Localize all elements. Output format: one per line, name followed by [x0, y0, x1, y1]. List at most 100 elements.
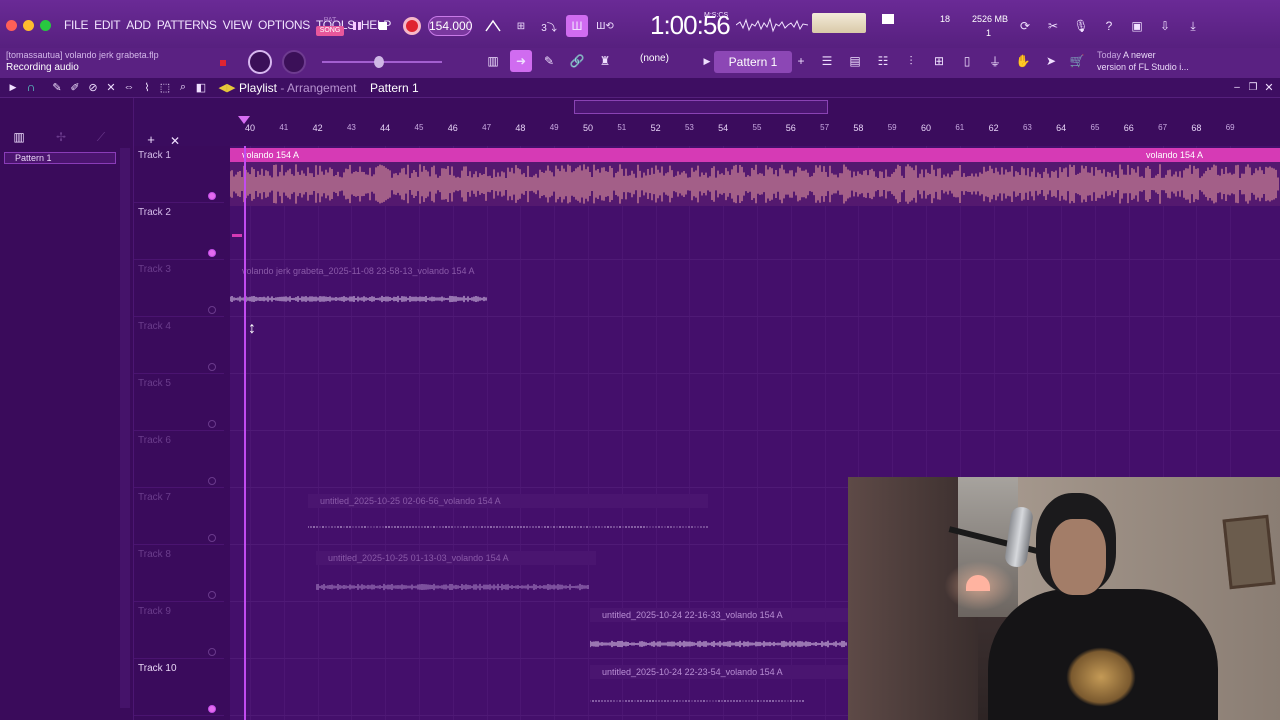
- tools-button[interactable]: ✋: [1012, 50, 1034, 72]
- track-mute-led[interactable]: [208, 249, 216, 257]
- minimize-window-button[interactable]: [23, 20, 34, 31]
- clip-waveform-take-9[interactable]: [590, 636, 848, 652]
- wait-input-button[interactable]: ⊞: [510, 15, 532, 37]
- track-header-1[interactable]: Track 1: [134, 146, 224, 203]
- track-mute-led[interactable]: [208, 705, 216, 713]
- track-header-4[interactable]: Track 4: [134, 317, 224, 374]
- track-header-8[interactable]: Track 8: [134, 545, 224, 602]
- stamp-button[interactable]: ♜: [594, 50, 616, 72]
- picker-piano-button[interactable]: ▥: [8, 126, 30, 148]
- clip-header-take-9[interactable]: untitled_2025-10-24 22-16-33_volando 154…: [590, 608, 848, 622]
- browser-button[interactable]: ⊞: [928, 50, 950, 72]
- playlist-button[interactable]: ☰: [816, 50, 838, 72]
- mixer-button[interactable]: ☷: [872, 50, 894, 72]
- clip-waveform-take-7[interactable]: [308, 520, 708, 534]
- clip-waveform-grabeta[interactable]: [230, 290, 488, 308]
- master-volume-knob[interactable]: [248, 50, 272, 74]
- track-header-9[interactable]: Track 9: [134, 602, 224, 659]
- piano-roll-button[interactable]: ▥: [482, 50, 504, 72]
- lane-5[interactable]: [230, 374, 1280, 431]
- track-mute-led[interactable]: [208, 306, 216, 314]
- render-button[interactable]: ⇩: [1154, 15, 1176, 37]
- clip-header-grabeta[interactable]: volando jerk grabeta_2025-11-08 23-58-13…: [230, 264, 500, 278]
- mic-button[interactable]: 🎙: [1070, 15, 1092, 37]
- clip-waveform-take-8[interactable]: [316, 578, 590, 596]
- news-panel[interactable]: Today A newer version of FL Studio i...: [1097, 49, 1189, 73]
- track-mute-led[interactable]: [208, 648, 216, 656]
- sliders-button[interactable]: ⫶: [900, 50, 922, 72]
- pause-button[interactable]: [346, 15, 368, 37]
- save-button[interactable]: ▣: [1126, 15, 1148, 37]
- track-header-10[interactable]: Track 10: [134, 659, 224, 716]
- menu-add[interactable]: ADD: [126, 18, 151, 32]
- pattern-selector[interactable]: Pattern 1: [714, 51, 792, 73]
- clip-header-volando-2[interactable]: volando 154 A: [1134, 148, 1280, 162]
- magnet-button[interactable]: ∩: [20, 76, 42, 98]
- countdown-button[interactable]: 3⤵: [538, 15, 560, 37]
- menu-file[interactable]: FILE: [64, 18, 88, 32]
- clip-waveform-volando[interactable]: [230, 162, 1280, 206]
- timeline-ruler[interactable]: 40 41 42 43 44 45 46 47 48 49 50 51 52 53 54 55 56 57 58 59…: [230, 98, 1280, 146]
- clip-stub[interactable]: [232, 234, 242, 237]
- step-edit-button[interactable]: Ш: [566, 15, 588, 37]
- track-mute-led[interactable]: [208, 477, 216, 485]
- picker-scrollbar[interactable]: [120, 148, 130, 708]
- clip-header-take-10[interactable]: untitled_2025-10-24 22-23-54_volando 154…: [590, 665, 848, 679]
- tempo-display[interactable]: 154.000: [428, 16, 472, 36]
- undo-button[interactable]: ⟳: [1014, 15, 1036, 37]
- track-header-2[interactable]: Track 2: [134, 203, 224, 260]
- track-mute-led[interactable]: [208, 591, 216, 599]
- clip-header-take-7[interactable]: untitled_2025-10-25 02-06-56_volando 154…: [308, 494, 708, 508]
- draw-tool-button[interactable]: ✎: [538, 50, 560, 72]
- menu-view[interactable]: VIEW: [223, 18, 253, 32]
- cut-button[interactable]: ✂: [1042, 15, 1064, 37]
- plugin-button[interactable]: ⏚: [984, 50, 1006, 72]
- project-button[interactable]: ▯: [956, 50, 978, 72]
- news-date: Today: [1097, 50, 1122, 60]
- stop-button[interactable]: [372, 15, 394, 37]
- menu-patterns[interactable]: PATTERNS: [157, 18, 217, 32]
- picker-item-pattern-1[interactable]: Pattern 1: [4, 152, 116, 164]
- horizontal-scrollbar[interactable]: [574, 100, 828, 114]
- link-button[interactable]: 🔗: [566, 50, 588, 72]
- pat-song-toggle[interactable]: PAT SONG: [316, 14, 344, 38]
- menu-edit[interactable]: EDIT: [94, 18, 120, 32]
- close-playlist-button[interactable]: ✕: [1258, 76, 1280, 98]
- track-header-3[interactable]: Track 3: [134, 260, 224, 317]
- plugin-picker-button[interactable]: ➤: [1040, 50, 1062, 72]
- track-name: Track 5: [138, 378, 171, 389]
- playhead[interactable]: [244, 146, 246, 720]
- track-mute-led[interactable]: [208, 192, 216, 200]
- slider-handle[interactable]: [374, 56, 384, 68]
- metronome-button[interactable]: [482, 15, 504, 37]
- picker-automation-button[interactable]: ✢: [50, 126, 72, 148]
- track-header-6[interactable]: Track 6: [134, 431, 224, 488]
- track-header-7[interactable]: Track 7: [134, 488, 224, 545]
- playlist-play-button[interactable]: ◀▶: [216, 76, 238, 98]
- lane-4[interactable]: [230, 317, 1280, 374]
- menu-options[interactable]: OPTIONS: [258, 18, 310, 32]
- record-button[interactable]: [401, 15, 423, 37]
- playlist-pattern[interactable]: Pattern 1: [370, 81, 419, 95]
- clip-waveform-take-10[interactable]: [590, 694, 804, 708]
- export-button[interactable]: ⤓: [1182, 15, 1204, 37]
- loop-record-button[interactable]: Ш⟲: [594, 15, 616, 37]
- add-pattern-button[interactable]: +: [790, 50, 812, 72]
- shop-button[interactable]: 🛒: [1066, 50, 1088, 72]
- channel-rack-button[interactable]: ▤: [844, 50, 866, 72]
- track-mute-led[interactable]: [208, 420, 216, 428]
- playback-tool[interactable]: ◧: [190, 76, 212, 98]
- help-button[interactable]: ?: [1098, 15, 1120, 37]
- master-pitch-knob[interactable]: [282, 50, 306, 74]
- track-mute-led[interactable]: [208, 363, 216, 371]
- lane-2[interactable]: [230, 203, 1280, 260]
- clip-header-volando[interactable]: volando 154 A: [230, 148, 1280, 162]
- snap-select[interactable]: (none): [640, 53, 669, 64]
- track-mute-led[interactable]: [208, 534, 216, 542]
- zoom-window-button[interactable]: [40, 20, 51, 31]
- picker-audio-button[interactable]: ⟋: [90, 126, 112, 148]
- clip-header-take-8[interactable]: untitled_2025-10-25 01-13-03_volando 154…: [316, 551, 596, 565]
- track-header-5[interactable]: Track 5: [134, 374, 224, 431]
- close-window-button[interactable]: [6, 20, 17, 31]
- snap-arrow-button[interactable]: ➜: [510, 50, 532, 72]
